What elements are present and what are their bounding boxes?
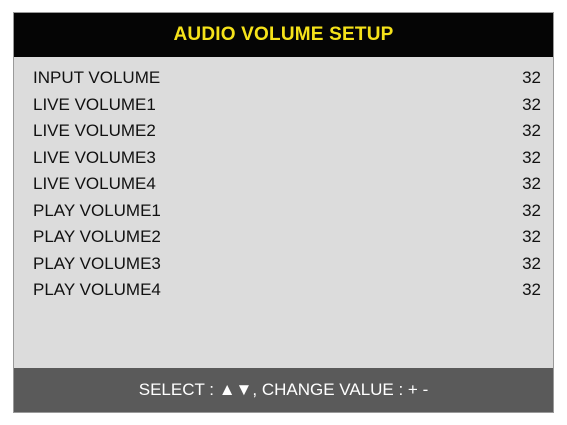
row-value[interactable]: 32 [522,174,541,194]
row-value[interactable]: 32 [522,227,541,247]
row-value[interactable]: 32 [522,254,541,274]
row-label: PLAY VOLUME3 [33,253,161,273]
row-value[interactable]: 32 [522,121,541,141]
row-play-volume2[interactable]: PLAY VOLUME2 32 [14,224,553,251]
row-live-volume3[interactable]: LIVE VOLUME3 32 [14,145,553,172]
key-hint: SELECT : ▲▼, CHANGE VALUE : + - [138,380,429,399]
title-bar: AUDIO VOLUME SETUP [14,13,553,57]
row-value[interactable]: 32 [522,148,541,168]
row-label: INPUT VOLUME [33,68,161,88]
row-label: LIVE VOLUME2 [33,121,156,141]
row-value[interactable]: 32 [522,280,541,300]
audio-volume-setup-panel: AUDIO VOLUME SETUP INPUT VOLUME 32 LIVE … [13,12,554,413]
row-label: PLAY VOLUME2 [33,227,161,247]
help-bar: SELECT : ▲▼, CHANGE VALUE : + - [14,368,553,412]
row-live-volume1[interactable]: LIVE VOLUME1 32 [14,92,553,119]
page-title: AUDIO VOLUME SETUP [173,24,394,45]
row-play-volume3[interactable]: PLAY VOLUME3 32 [14,251,553,278]
row-label: PLAY VOLUME4 [33,280,161,300]
volume-list: INPUT VOLUME 32 LIVE VOLUME1 32 LIVE VOL… [14,65,553,304]
row-value[interactable]: 32 [522,68,541,88]
row-input-volume[interactable]: INPUT VOLUME 32 [14,65,553,92]
row-value[interactable]: 32 [522,95,541,115]
row-label: LIVE VOLUME3 [33,147,156,167]
row-live-volume2[interactable]: LIVE VOLUME2 32 [14,118,553,145]
row-play-volume4[interactable]: PLAY VOLUME4 32 [14,277,553,304]
row-value[interactable]: 32 [522,201,541,221]
row-label: LIVE VOLUME1 [33,94,156,114]
row-label: LIVE VOLUME4 [33,174,156,194]
row-label: PLAY VOLUME1 [33,200,161,220]
row-play-volume1[interactable]: PLAY VOLUME1 32 [14,198,553,225]
row-live-volume4[interactable]: LIVE VOLUME4 32 [14,171,553,198]
